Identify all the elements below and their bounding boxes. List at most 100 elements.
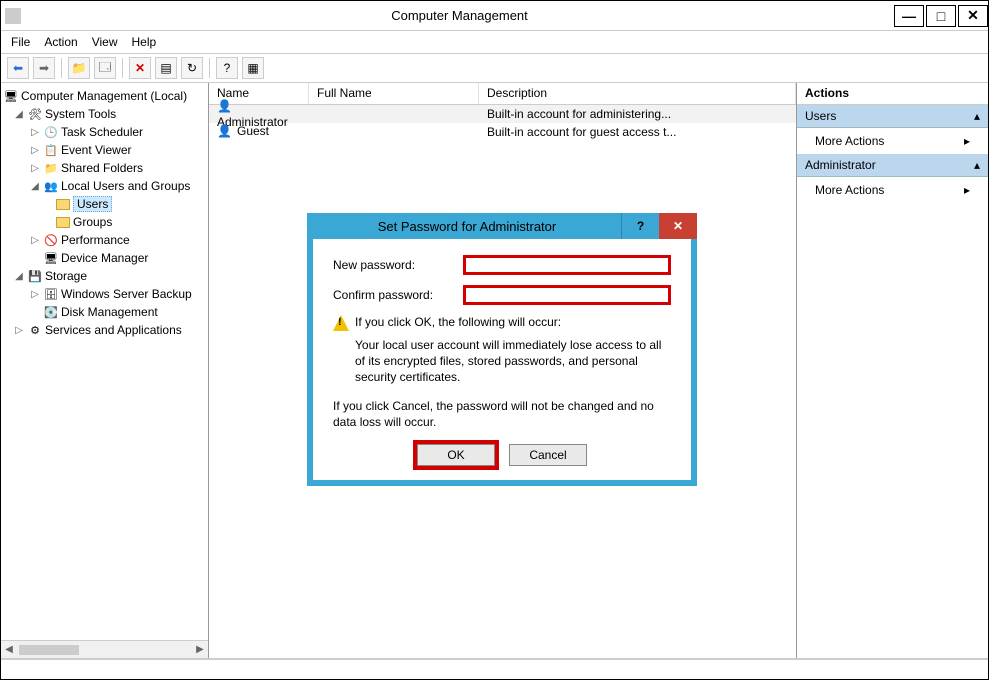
scroll-right-icon[interactable]: ▶ (192, 644, 208, 655)
dialog-close-button[interactable]: ✕ (659, 213, 697, 239)
expand-icon[interactable]: ▷ (27, 289, 43, 300)
confirm-password-row: Confirm password: (333, 285, 671, 305)
users-group-icon: 👥 (43, 178, 59, 194)
tree-shared-folders[interactable]: ▷ 📁 Shared Folders (3, 159, 206, 177)
dialog-title: Set Password for Administrator (313, 219, 621, 234)
warning-heading: If you click OK, the following will occu… (355, 315, 561, 329)
back-button[interactable]: ⬅ (7, 57, 29, 79)
tree-groups[interactable]: Groups (3, 213, 206, 231)
folder-icon (55, 214, 71, 230)
folder-icon (55, 196, 71, 212)
tree-disk-mgmt[interactable]: 💽 Disk Management (3, 303, 206, 321)
dialog-help-button[interactable]: ? (621, 213, 659, 239)
dialog-titlebar: Set Password for Administrator ? ✕ (307, 213, 697, 239)
collapse-icon[interactable]: ◢ (27, 181, 43, 192)
ok-button[interactable]: OK (417, 444, 495, 466)
collapse-icon[interactable]: ◢ (11, 109, 27, 120)
app-icon (5, 8, 21, 24)
actions-pane: Actions Users ▴ More Actions ▸ Administr… (796, 83, 988, 658)
list-row-administrator[interactable]: 👤Administrator Built-in account for admi… (209, 105, 796, 123)
main-area: 🖥 Computer Management (Local) ◢ 🛠 System… (1, 83, 988, 659)
disk-icon: 💽 (43, 304, 59, 320)
properties-button[interactable]: ▤ (155, 57, 177, 79)
list-row-guest[interactable]: 👤Guest Built-in account for guest access… (209, 123, 796, 141)
storage-icon: 💾 (27, 268, 43, 284)
new-password-row: New password: (333, 255, 671, 275)
confirm-password-label: Confirm password: (333, 288, 463, 302)
menu-help[interactable]: Help (132, 35, 157, 49)
scroll-left-icon[interactable]: ◀ (1, 644, 17, 655)
maximize-button[interactable]: □ (926, 5, 956, 27)
tree-local-users[interactable]: ◢ 👥 Local Users and Groups (3, 177, 206, 195)
tree-root[interactable]: 🖥 Computer Management (Local) (3, 87, 206, 105)
menu-action[interactable]: Action (44, 35, 77, 49)
expand-icon[interactable]: ▷ (27, 163, 43, 174)
titlebar: Computer Management — □ ✕ (1, 1, 988, 31)
cancel-info: If you click Cancel, the password will n… (333, 398, 671, 430)
tree-users[interactable]: Users (3, 195, 206, 213)
close-button[interactable]: ✕ (958, 5, 988, 27)
warning-row: If you click OK, the following will occu… (333, 315, 671, 331)
col-desc[interactable]: Description (479, 83, 796, 104)
chevron-right-icon: ▸ (964, 134, 970, 148)
main-window: Computer Management — □ ✕ File Action Vi… (0, 0, 989, 680)
refresh-button[interactable]: ↻ (181, 57, 203, 79)
tree-services[interactable]: ▷ ⚙ Services and Applications (3, 321, 206, 339)
tree-performance[interactable]: ▷ 🚫 Performance (3, 231, 206, 249)
list-body: 👤Administrator Built-in account for admi… (209, 105, 796, 141)
dialog-body: New password: Confirm password: If you c… (313, 239, 691, 480)
forward-button[interactable]: ➡ (33, 57, 55, 79)
expand-icon[interactable]: ▷ (27, 127, 43, 138)
col-full[interactable]: Full Name (309, 83, 479, 104)
tree-scrollbar[interactable]: ◀ ▶ (1, 640, 208, 658)
expand-icon[interactable]: ▷ (27, 235, 43, 246)
set-password-dialog: Set Password for Administrator ? ✕ New p… (307, 213, 697, 486)
actions-more-administrator[interactable]: More Actions ▸ (797, 177, 988, 203)
user-icon: 👤 (217, 124, 233, 140)
toolbar: ⬅ ➡ 📁 🗔 ✕ ▤ ↻ ? ▦ (1, 53, 988, 83)
dialog-overlay: Set Password for Administrator ? ✕ New p… (307, 213, 697, 486)
menubar: File Action View Help (1, 31, 988, 53)
tree-task-scheduler[interactable]: ▷ 🕒 Task Scheduler (3, 123, 206, 141)
action-pane-button[interactable]: ▦ (242, 57, 264, 79)
toolbar-divider (61, 58, 62, 78)
new-password-label: New password: (333, 258, 463, 272)
tree-system-tools[interactable]: ◢ 🛠 System Tools (3, 105, 206, 123)
actions-section-administrator[interactable]: Administrator ▴ (797, 154, 988, 177)
tools-icon: 🛠 (27, 106, 43, 122)
device-icon: 🖥 (43, 250, 59, 266)
actions-more-users[interactable]: More Actions ▸ (797, 128, 988, 154)
toolbar-divider (209, 58, 210, 78)
statusbar (1, 659, 988, 679)
expand-icon[interactable]: ▷ (11, 325, 27, 336)
tree-device-manager[interactable]: 🖥 Device Manager (3, 249, 206, 267)
scroll-thumb[interactable] (19, 645, 79, 655)
computer-icon: 🖥 (3, 88, 19, 104)
show-hide-tree-button[interactable]: 🗔 (94, 57, 116, 79)
user-icon: 👤 (217, 99, 233, 115)
menu-view[interactable]: View (92, 35, 118, 49)
tree-event-viewer[interactable]: ▷ 📋 Event Viewer (3, 141, 206, 159)
delete-button[interactable]: ✕ (129, 57, 151, 79)
menu-file[interactable]: File (11, 35, 30, 49)
up-button[interactable]: 📁 (68, 57, 90, 79)
shared-icon: 📁 (43, 160, 59, 176)
list-pane: Name Full Name Description 👤Administrato… (209, 83, 796, 658)
tree-storage[interactable]: ◢ 💾 Storage (3, 267, 206, 285)
window-buttons: — □ ✕ (892, 5, 988, 27)
warning-body: Your local user account will immediately… (355, 337, 671, 386)
tree-wsb[interactable]: ▷ 🗄 Windows Server Backup (3, 285, 206, 303)
dialog-buttons: OK Cancel (333, 444, 671, 466)
event-icon: 📋 (43, 142, 59, 158)
backup-icon: 🗄 (43, 286, 59, 302)
chevron-right-icon: ▸ (964, 183, 970, 197)
collapse-icon[interactable]: ◢ (11, 271, 27, 282)
help-button[interactable]: ? (216, 57, 238, 79)
cancel-button[interactable]: Cancel (509, 444, 587, 466)
confirm-password-input[interactable] (463, 285, 671, 305)
actions-section-users[interactable]: Users ▴ (797, 105, 988, 128)
new-password-input[interactable] (463, 255, 671, 275)
minimize-button[interactable]: — (894, 5, 924, 27)
expand-icon[interactable]: ▷ (27, 145, 43, 156)
collapse-icon: ▴ (974, 109, 980, 123)
